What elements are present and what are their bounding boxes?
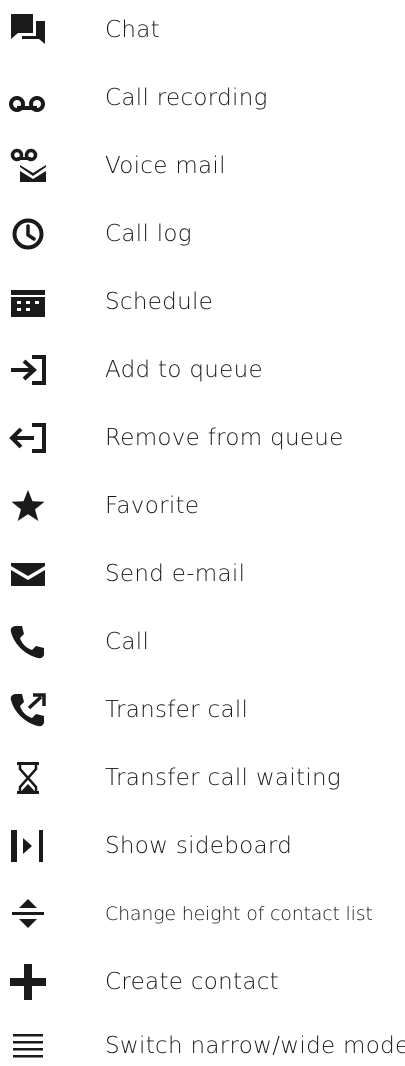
legend-item-label: Call recording <box>105 85 268 111</box>
legend-item-label: Call log <box>105 221 192 247</box>
legend-item-label: Chat <box>105 17 160 43</box>
legend-item-label: Transfer call <box>105 697 249 723</box>
legend-item-show-sideboard: Show sideboard <box>0 826 405 866</box>
legend-item-label: Remove from queue <box>105 425 344 451</box>
star-icon <box>8 488 48 524</box>
clock-icon <box>8 216 48 252</box>
legend-item-switch-mode: Switch narrow/wide mode <box>0 1026 405 1066</box>
transfer-call-icon <box>8 692 48 728</box>
legend-item-label: Transfer call waiting <box>105 765 342 791</box>
plus-icon <box>8 964 48 1000</box>
legend-item-schedule: Schedule <box>0 282 405 322</box>
legend-item-change-height: Change height of contact list <box>0 894 405 934</box>
legend-item-label: Change height of contact list <box>105 903 373 925</box>
resize-vertical-icon <box>8 896 48 932</box>
legend-item-call: Call <box>0 622 405 662</box>
legend-item-add-to-queue: Add to queue <box>0 350 405 390</box>
voice-mail-icon <box>8 148 48 184</box>
legend-item-create-contact: Create contact <box>0 962 405 1002</box>
add-to-queue-icon <box>8 352 48 388</box>
legend-item-label: Create contact <box>105 969 280 995</box>
legend-item-favorite: Favorite <box>0 486 405 526</box>
legend-item-label: Schedule <box>105 289 214 315</box>
sideboard-icon <box>8 828 48 864</box>
legend-item-label: Favorite <box>105 493 200 519</box>
remove-from-queue-icon <box>8 420 48 456</box>
legend-item-label: Add to queue <box>105 357 263 383</box>
phone-icon <box>8 624 48 660</box>
legend-item-label: Send e-mail <box>105 561 246 587</box>
call-recording-icon <box>8 80 48 116</box>
legend-item-voice-mail: Voice mail <box>0 146 405 186</box>
legend-item-label: Show sideboard <box>105 833 293 859</box>
legend-item-send-email: Send e-mail <box>0 554 405 594</box>
legend-item-label: Call <box>105 629 150 655</box>
legend-item-label: Switch narrow/wide mode <box>105 1033 405 1059</box>
calendar-icon <box>8 284 48 320</box>
envelope-icon <box>8 556 48 592</box>
legend-item-chat: Chat <box>0 10 405 50</box>
chat-icon <box>8 12 48 48</box>
legend-item-label: Voice mail <box>105 153 226 179</box>
hourglass-icon <box>8 760 48 796</box>
legend-item-transfer-call: Transfer call <box>0 690 405 730</box>
legend-item-call-recording: Call recording <box>0 78 405 118</box>
legend-item-call-log: Call log <box>0 214 405 254</box>
legend-item-remove-from-queue: Remove from queue <box>0 418 405 458</box>
menu-lines-icon <box>8 1028 48 1064</box>
legend-item-transfer-call-waiting: Transfer call waiting <box>0 758 405 798</box>
